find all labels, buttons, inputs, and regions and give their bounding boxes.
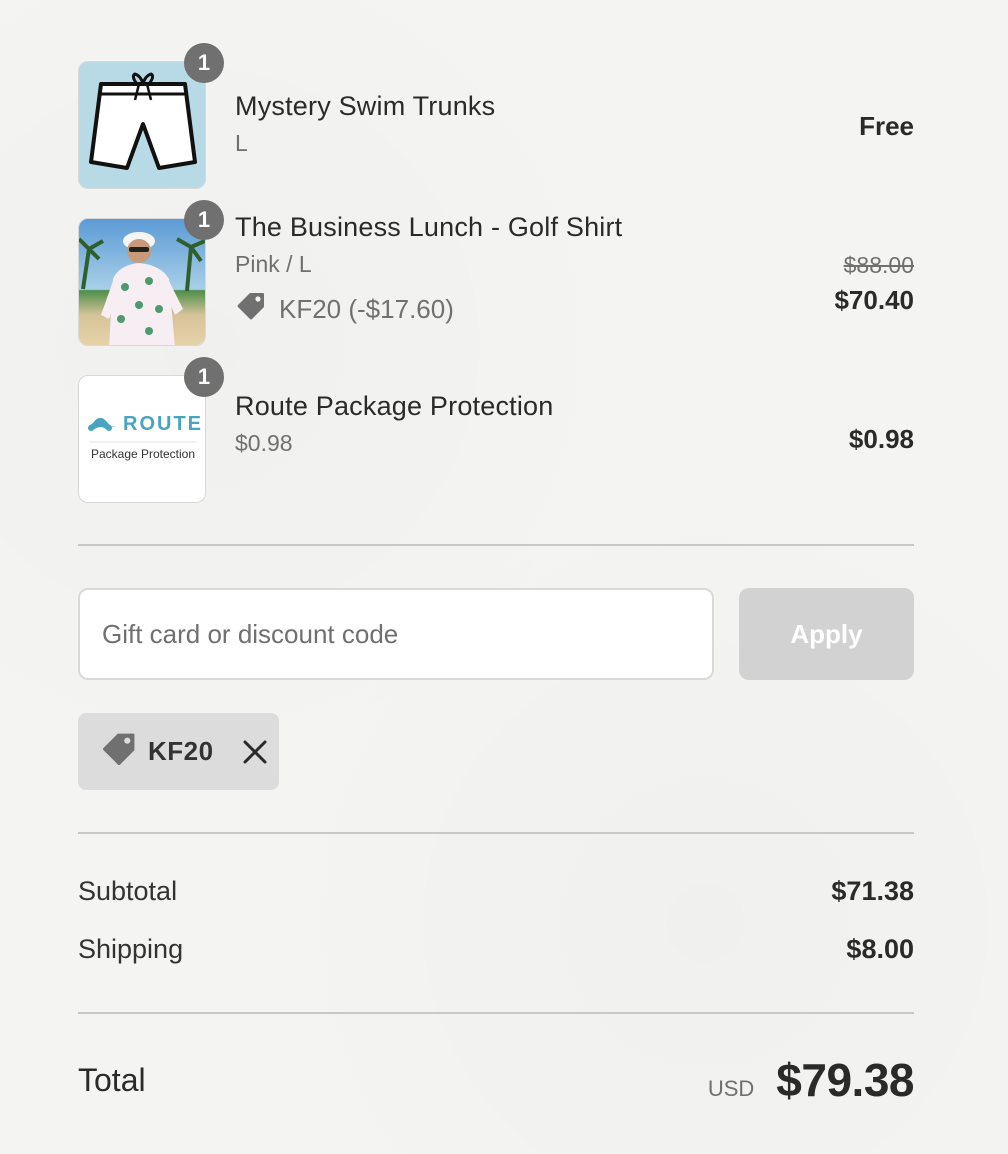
line-item: 1 The Business Lunch - Golf Shirt Pink /… [78, 200, 914, 346]
subtotal-row: Subtotal $71.38 [78, 876, 914, 907]
subtotal-value: $71.38 [831, 876, 914, 906]
total-amount-group: USD $79.38 [707, 1053, 915, 1107]
order-summary-page: 1 Mystery Swim Trunks L Free 1 The Busin… [0, 0, 1008, 1154]
product-price: $70.40 [834, 285, 914, 315]
line-item: ROUTE Package Protection 1 Route Package… [78, 357, 914, 503]
product-name: Route Package Protection [235, 391, 554, 421]
product-variant: Pink / L [235, 251, 312, 277]
item-info: Route Package Protection $0.98 [235, 391, 554, 457]
route-logo-subtext: Package Protection [91, 447, 195, 461]
product-name: Mystery Swim Trunks [235, 91, 496, 121]
shipping-value: $8.00 [846, 934, 914, 964]
subtotal-label: Subtotal [78, 876, 178, 906]
applied-discount-code: KF20 [148, 736, 214, 766]
product-thumbnail: ROUTE Package Protection 1 [78, 357, 224, 503]
divider [78, 544, 914, 546]
golf-shirt-photo [78, 218, 206, 346]
total-row: Total USD $79.38 [78, 1050, 914, 1110]
quantity-badge: 1 [184, 357, 224, 397]
original-price: $88.00 [843, 252, 914, 278]
remove-discount-button[interactable] [240, 737, 270, 767]
product-variant: $0.98 [235, 430, 293, 456]
quantity-badge: 1 [184, 200, 224, 240]
product-thumbnail: 1 [78, 43, 224, 189]
route-logo: ROUTE Package Protection [78, 375, 206, 503]
product-name: The Business Lunch - Golf Shirt [235, 212, 623, 242]
product-price: $0.98 [848, 424, 914, 454]
divider [78, 1012, 914, 1014]
route-logo-text: ROUTE [123, 413, 203, 435]
discount-tag-icon [100, 730, 138, 773]
item-info: The Business Lunch - Golf Shirt Pink / L… [235, 212, 622, 329]
item-discount: KF20 (-$17.60) [235, 290, 622, 329]
item-info: Mystery Swim Trunks L [235, 91, 495, 157]
discount-tag-icon [235, 290, 267, 329]
line-item: 1 Mystery Swim Trunks L Free [78, 43, 914, 189]
discount-code-input[interactable] [78, 588, 714, 680]
swim-trunks-icon [78, 61, 206, 189]
product-price: Free [859, 111, 914, 141]
shipping-label: Shipping [78, 934, 184, 964]
currency-code: USD [707, 1076, 755, 1101]
shipping-row: Shipping $8.00 [78, 934, 914, 965]
apply-button[interactable]: Apply [739, 588, 914, 680]
product-price-block: $88.00 $70.40 [834, 252, 914, 316]
applied-discount-tag: KF20 [78, 713, 279, 790]
divider [78, 832, 914, 834]
quantity-badge: 1 [184, 43, 224, 83]
product-variant: L [235, 130, 248, 156]
discount-amount: KF20 (-$17.60) [279, 294, 454, 324]
product-thumbnail: 1 [78, 200, 224, 346]
close-icon [243, 740, 267, 763]
total-label: Total [78, 1061, 146, 1098]
total-amount: $79.38 [776, 1054, 914, 1106]
